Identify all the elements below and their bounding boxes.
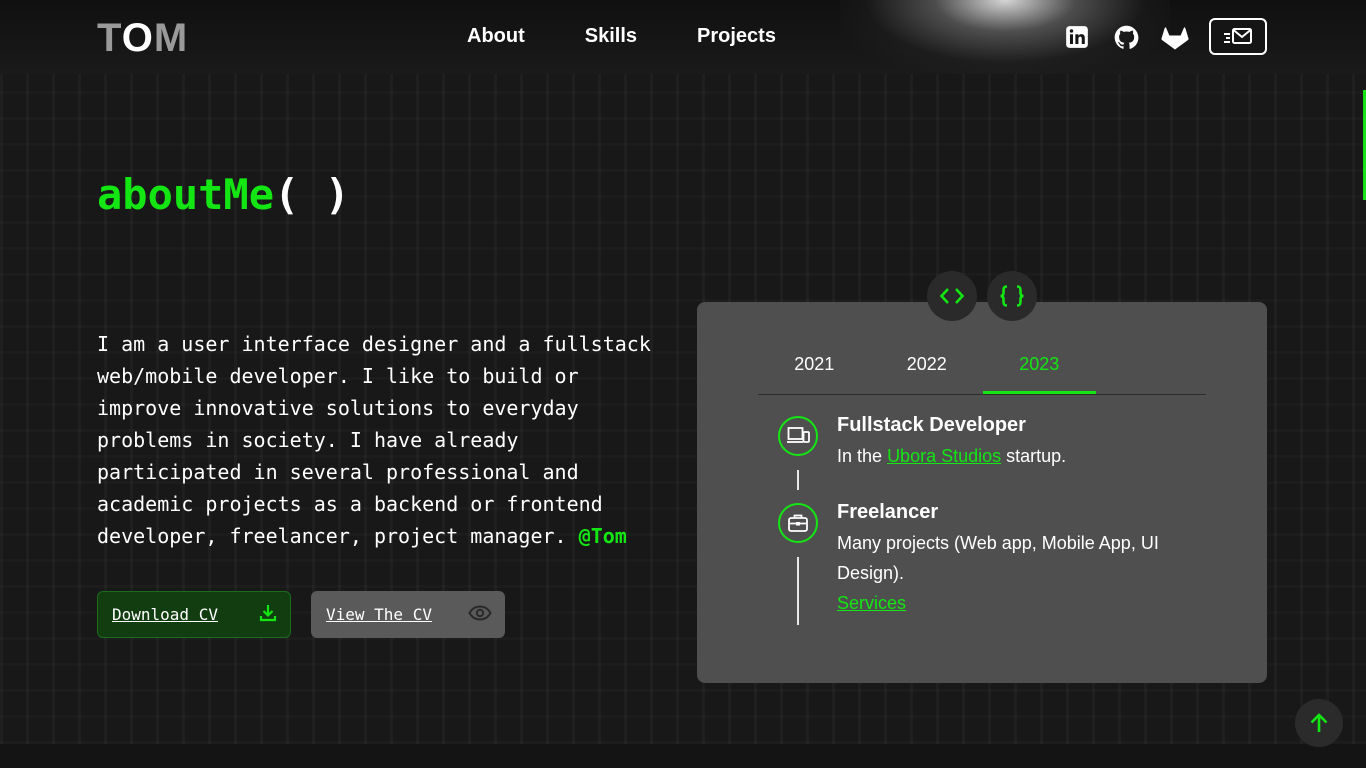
site-header: TOM About Skills Projects (0, 0, 1366, 74)
code-brackets-icon[interactable] (927, 271, 977, 321)
logo-letter-2: O (121, 16, 154, 60)
main-nav: About Skills Projects (467, 25, 776, 48)
title-function-name: aboutMe (97, 170, 275, 219)
view-cv-button[interactable]: View The CV (311, 591, 505, 638)
arrow-up-icon[interactable] (1295, 699, 1343, 747)
nav-skills[interactable]: Skills (585, 25, 637, 48)
experience-desc-1-after: startup. (1006, 446, 1067, 466)
download-icon (258, 603, 278, 627)
briefcase-icon (778, 503, 818, 543)
intro-text: I am a user interface designer and a ful… (97, 332, 651, 548)
view-cv-label: View The CV (326, 605, 432, 624)
next-section-edge (0, 744, 1366, 768)
devices-icon (778, 416, 818, 456)
timeline-line (797, 470, 799, 490)
nav-projects[interactable]: Projects (697, 25, 776, 48)
title-parens: ( ) (274, 170, 350, 219)
linkedin-icon[interactable] (1062, 22, 1092, 52)
logo-letter-3: M (153, 16, 189, 60)
intro-paragraph: I am a user interface designer and a ful… (97, 328, 667, 552)
timeline-line (797, 557, 799, 625)
logo[interactable]: TOM (97, 16, 188, 60)
experience-card: 2021 2022 2023 Fullstack Developer In th… (697, 302, 1267, 683)
ubora-studios-link[interactable]: Ubora Studios (887, 446, 1001, 466)
page-title: aboutMe( ) (97, 170, 350, 219)
eye-icon (468, 604, 492, 626)
send-mail-icon[interactable] (1209, 18, 1267, 55)
experience-desc-2: Many projects (Web app, Mobile App, UI D… (837, 533, 1159, 583)
github-icon[interactable] (1111, 22, 1141, 52)
download-cv-button[interactable]: Download CV (97, 591, 291, 638)
download-cv-label: Download CV (112, 605, 218, 624)
tab-2022[interactable]: 2022 (871, 342, 984, 394)
tab-2023[interactable]: 2023 (983, 342, 1096, 394)
experience-title-2: Freelancer (837, 501, 939, 523)
services-link[interactable]: Services (837, 588, 906, 618)
intro-handle: @Tom (578, 524, 627, 548)
experience-desc-1-before: In the (837, 446, 883, 466)
gitlab-icon[interactable] (1160, 22, 1190, 52)
experience-desc-1: In the Ubora Studios startup. (837, 441, 1197, 471)
logo-letter-1: T (97, 16, 122, 60)
curly-braces-icon[interactable] (987, 271, 1037, 321)
year-tabs: 2021 2022 2023 (758, 342, 1206, 395)
nav-about[interactable]: About (467, 25, 525, 48)
tab-2021[interactable]: 2021 (758, 342, 871, 394)
experience-title-1: Fullstack Developer (837, 414, 1026, 436)
